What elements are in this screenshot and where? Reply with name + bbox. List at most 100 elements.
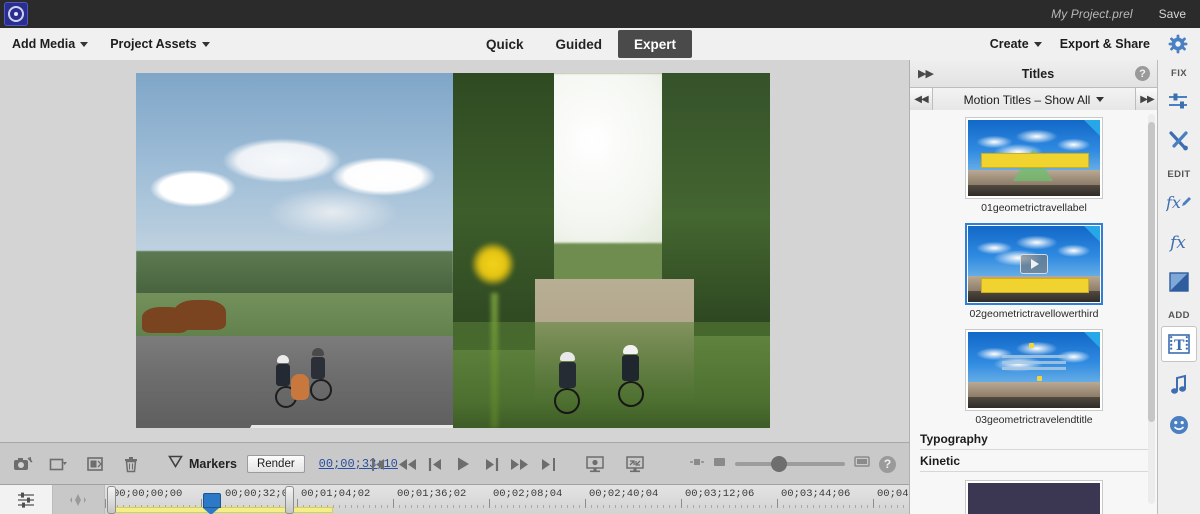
- title-name: 02geometrictravellowerthird: [969, 308, 1099, 320]
- project-name: My Project.prel: [1051, 7, 1133, 21]
- panel-title: Titles: [1021, 66, 1055, 81]
- markers-label: Markers: [189, 457, 237, 471]
- timeline-panel: 00;00;00;00 00;00;32;00 00;01;04;02 00;0…: [0, 484, 910, 514]
- duplicate-clip-icon[interactable]: [44, 450, 74, 478]
- marker-flag-icon: [168, 455, 183, 474]
- rail-group-edit-label: EDIT: [1167, 169, 1191, 180]
- audio-waveform-icon[interactable]: [52, 485, 105, 514]
- preview-clip-right: [453, 73, 770, 428]
- collapse-panel-icon[interactable]: ▶▶: [910, 67, 941, 80]
- premiere-elements-logo: [2, 0, 30, 28]
- zoom-in-icon[interactable]: [854, 455, 870, 474]
- step-back-icon[interactable]: [422, 450, 448, 478]
- tab-quick[interactable]: Quick: [470, 30, 540, 58]
- rewind-icon[interactable]: [394, 450, 420, 478]
- category-dropdown[interactable]: Motion Titles – Show All: [933, 88, 1135, 111]
- freeze-frame-icon[interactable]: [8, 450, 38, 478]
- titles-scrollbar[interactable]: [1148, 114, 1155, 504]
- zoom-small-icon: [713, 455, 726, 473]
- monitor-panel[interactable]: [0, 60, 910, 442]
- chevron-down-icon: [80, 41, 89, 47]
- work-area-bar[interactable]: [111, 507, 333, 513]
- timeline-view-icon[interactable]: [0, 485, 53, 514]
- adjust-monitor-icon[interactable]: [580, 450, 610, 478]
- zoom-out-icon[interactable]: [690, 455, 704, 473]
- list-item[interactable]: 02geometrictravellowerthird: [910, 216, 1158, 322]
- previous-category-icon[interactable]: ◀◀: [910, 88, 933, 111]
- timeline-view-toggles: [0, 485, 105, 514]
- render-button[interactable]: Render: [246, 455, 305, 473]
- save-button[interactable]: Save: [1159, 7, 1186, 21]
- title-name: 03geometrictravelendtitle: [975, 414, 1093, 426]
- list-item[interactable]: 01geometrictravellabel: [910, 110, 1158, 216]
- tab-expert[interactable]: Expert: [618, 30, 693, 58]
- fit-monitor-icon[interactable]: [620, 450, 650, 478]
- create-label: Create: [989, 37, 1029, 51]
- music-note-icon[interactable]: [1162, 368, 1196, 402]
- titles-panel-header: ▶▶ Titles ?: [910, 60, 1158, 88]
- next-category-icon[interactable]: ▶▶: [1135, 88, 1158, 111]
- monitor-buttons: [580, 443, 650, 485]
- action-bar: FIX EDIT fx fx ADD T: [1157, 60, 1200, 514]
- title-thumbnail[interactable]: [965, 480, 1103, 514]
- tab-guided[interactable]: Guided: [540, 30, 619, 58]
- create-menu[interactable]: Create: [990, 37, 1042, 51]
- fx-icon[interactable]: fx: [1162, 225, 1196, 259]
- titles-panel: ▶▶ Titles ? ◀◀ Motion Titles – Show All …: [909, 60, 1158, 514]
- in-point-handle[interactable]: [107, 486, 116, 514]
- rail-group-add-label: ADD: [1168, 310, 1190, 321]
- project-assets-label: Project Assets: [110, 37, 197, 51]
- svg-text:fx: fx: [1166, 193, 1181, 212]
- title-thumbnail[interactable]: [965, 117, 1103, 199]
- export-share-button[interactable]: Export & Share: [1060, 37, 1150, 51]
- menu-bar: Add Media Project Assets Quick Guided Ex…: [0, 28, 1200, 61]
- timeline-ruler[interactable]: 00;00;00;00 00;00;32;00 00;01;04;02 00;0…: [105, 485, 910, 514]
- zoom-slider-thumb[interactable]: [771, 456, 787, 472]
- title-thumbnail[interactable]: [965, 329, 1103, 411]
- section-kinetic[interactable]: Kinetic: [920, 454, 1148, 472]
- go-to-end-icon[interactable]: [534, 450, 560, 478]
- add-media-label: Add Media: [12, 37, 76, 51]
- title-thumbnail-selected[interactable]: [965, 223, 1103, 305]
- project-assets-menu[interactable]: Project Assets: [110, 37, 210, 51]
- title-bar: My Project.prel Save: [0, 0, 1200, 28]
- go-to-start-icon[interactable]: [366, 450, 392, 478]
- svg-text:T: T: [1174, 338, 1185, 354]
- out-point-handle[interactable]: [285, 486, 294, 514]
- add-media-menu[interactable]: Add Media: [12, 37, 89, 51]
- rail-group-fix-label: FIX: [1171, 68, 1187, 79]
- fx-pencil-icon[interactable]: fx: [1162, 185, 1196, 219]
- tools-icon[interactable]: [1162, 124, 1196, 158]
- category-selector-bar: ◀◀ Motion Titles – Show All ▶▶: [910, 88, 1158, 112]
- adjustments-sliders-icon[interactable]: [1162, 84, 1196, 118]
- video-preview[interactable]: [136, 73, 770, 428]
- fast-forward-icon[interactable]: [506, 450, 532, 478]
- gear-icon[interactable]: [1168, 34, 1188, 54]
- section-typography[interactable]: Typography: [920, 432, 1148, 450]
- preview-clip-left: [136, 73, 453, 428]
- titles-list[interactable]: 01geometrictravellabel 02geometrictravel…: [910, 110, 1158, 514]
- play-overlay-icon[interactable]: [1020, 254, 1048, 274]
- chevron-down-icon: [1033, 41, 1042, 47]
- delete-icon[interactable]: [116, 450, 146, 478]
- title-name: 01geometrictravellabel: [981, 202, 1087, 214]
- svg-text:fx: fx: [1168, 233, 1186, 253]
- zoom-controls: ?: [690, 443, 896, 485]
- scrollbar-thumb[interactable]: [1148, 122, 1155, 422]
- play-icon[interactable]: [450, 450, 476, 478]
- narration-icon[interactable]: [80, 450, 110, 478]
- zoom-slider[interactable]: [735, 456, 845, 472]
- menu-bar-right: Create Export & Share: [990, 28, 1200, 60]
- playhead[interactable]: [203, 493, 221, 514]
- panel-help-icon[interactable]: ?: [1135, 66, 1150, 81]
- titles-text-icon[interactable]: T: [1161, 326, 1197, 362]
- timeline-help-icon[interactable]: ?: [879, 455, 896, 473]
- step-forward-icon[interactable]: [478, 450, 504, 478]
- transitions-icon[interactable]: [1162, 265, 1196, 299]
- category-label: Motion Titles – Show All: [963, 92, 1091, 107]
- chevron-down-icon: [1096, 97, 1105, 102]
- graphics-smiley-icon[interactable]: [1162, 408, 1196, 442]
- transport-controls: [366, 443, 560, 485]
- markers-group[interactable]: Markers Render 00;00;33;10: [168, 455, 398, 474]
- list-item[interactable]: 03geometrictravelendtitle: [910, 322, 1158, 428]
